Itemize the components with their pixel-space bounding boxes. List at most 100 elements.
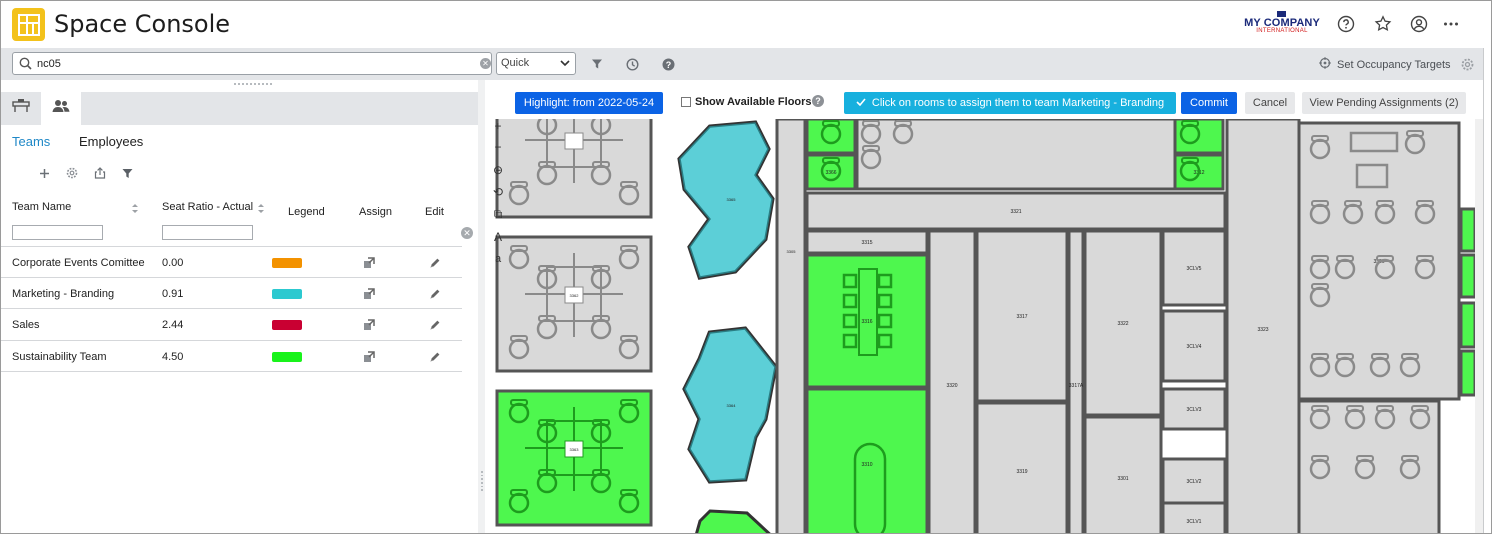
table-row[interactable]: Corporate Events Comittee 0.00 — [1, 246, 462, 277]
checkbox-box[interactable] — [681, 97, 691, 107]
help-icon[interactable]: ? — [812, 95, 824, 107]
room-label: 3319 — [1016, 469, 1027, 475]
search-help-icon[interactable]: ? — [661, 57, 675, 71]
vertical-splitter-handle[interactable] — [481, 471, 483, 492]
subtab-employees[interactable]: Employees — [79, 134, 143, 149]
seat-ratio-value: 0.00 — [162, 257, 184, 269]
table-bottom-border — [1, 371, 462, 372]
show-available-floors-checkbox[interactable]: Show Available Floors — [681, 96, 812, 108]
locate-icon[interactable]: ⊕ — [491, 163, 505, 177]
room-label: 3322 — [1117, 321, 1128, 327]
table-row[interactable]: Sustainability Team 4.50 — [1, 340, 462, 371]
sort-icon[interactable] — [131, 201, 139, 219]
highlight-date-button[interactable]: Highlight: from 2022-05-24 — [515, 92, 663, 114]
clear-search-icon[interactable]: ✕ — [480, 58, 491, 69]
table-row[interactable]: Sales 2.44 — [1, 308, 462, 339]
column-header-assign: Assign — [359, 206, 393, 218]
help-icon[interactable] — [1335, 13, 1357, 35]
label-large-icon[interactable]: A — [491, 230, 505, 244]
assign-instruction-text: Click on rooms to assign them to team Ma… — [871, 97, 1165, 109]
room-label: 3315 — [861, 240, 872, 246]
teams-panel: Teams Employees Team Name Seat Ratio - A… — [1, 92, 478, 533]
label-small-icon[interactable]: a — [491, 252, 505, 266]
zoom-out-icon[interactable]: − — [491, 140, 505, 154]
floor-plan-icon — [12, 99, 30, 118]
company-brand-logo: MY COMPANY INTERNATIONAL — [1241, 11, 1323, 39]
assign-icon[interactable] — [362, 256, 376, 270]
room-label: 3365 — [727, 197, 737, 202]
vertical-splitter[interactable] — [478, 80, 485, 533]
seat-ratio-value: 0.91 — [162, 288, 184, 300]
horizontal-splitter-handle[interactable] — [233, 81, 273, 87]
filter-icon[interactable] — [590, 57, 604, 71]
assign-icon[interactable] — [362, 287, 376, 301]
people-icon — [52, 99, 70, 118]
column-header-seat-ratio[interactable]: Seat Ratio - Actual — [162, 201, 253, 213]
more-options-icon[interactable] — [1440, 13, 1462, 35]
room-label: 3301 — [1117, 476, 1128, 482]
team-name: Sustainability Team — [12, 351, 107, 363]
app-logo-icon — [12, 8, 45, 41]
right-border-line — [1483, 48, 1484, 533]
assign-icon[interactable] — [362, 318, 376, 332]
room-label: 3CLV2 — [1187, 479, 1202, 485]
room-label: 3366 — [825, 170, 836, 176]
clear-filters-icon[interactable]: ✕ — [461, 227, 473, 239]
table-row[interactable]: Marketing - Branding 0.91 — [1, 277, 462, 308]
floor-plan-drawing[interactable]: 336233633365336433053366 3312332133153316… — [485, 119, 1475, 534]
check-icon — [856, 97, 866, 109]
legend-color-swatch — [272, 289, 302, 299]
assign-icon[interactable] — [362, 350, 376, 364]
set-occupancy-targets-button[interactable]: Set Occupancy Targets — [1319, 57, 1451, 72]
search-input[interactable] — [37, 55, 477, 72]
tab-floor-plans[interactable] — [1, 92, 41, 125]
edit-pencil-icon[interactable] — [428, 350, 442, 364]
room-label: 3363 — [570, 447, 580, 452]
settings-gear-icon[interactable] — [1460, 57, 1474, 71]
team-name-filter-input[interactable] — [12, 225, 103, 240]
edit-pencil-icon[interactable] — [428, 256, 442, 270]
edit-pencil-icon[interactable] — [428, 318, 442, 332]
subtab-teams[interactable]: Teams — [12, 134, 50, 149]
rotate-icon[interactable]: ⟲ — [491, 185, 505, 199]
corridor — [775, 119, 807, 533]
add-team-icon[interactable] — [37, 166, 51, 180]
assigned-room — [1459, 207, 1475, 253]
map-vertical-scrollbar[interactable] — [1475, 119, 1483, 533]
assigned-room — [1459, 349, 1475, 397]
tab-teams[interactable] — [41, 92, 81, 125]
copy-icon[interactable]: ⧉ — [491, 207, 505, 221]
column-header-team-name[interactable]: Team Name — [12, 201, 71, 213]
sort-icon[interactable] — [257, 201, 265, 219]
seat-ratio-value: 2.44 — [162, 319, 184, 331]
room-label: 3CLV5 — [1187, 266, 1202, 272]
view-pending-assignments-button[interactable]: View Pending Assignments (2) — [1302, 92, 1466, 114]
settings-gear-icon[interactable] — [65, 166, 79, 180]
team-name: Corporate Events Comittee — [12, 257, 145, 269]
set-occupancy-label: Set Occupancy Targets — [1337, 58, 1451, 71]
show-available-floors-label: Show Available Floors — [695, 96, 812, 108]
cancel-button[interactable]: Cancel — [1245, 92, 1295, 114]
edit-pencil-icon[interactable] — [428, 287, 442, 301]
search-icon — [19, 57, 32, 75]
quick-search-select[interactable]: Quick — [496, 52, 576, 75]
room-label: 3364 — [727, 403, 737, 408]
room-label: 3321 — [1010, 209, 1021, 215]
room-label: 3310 — [861, 462, 872, 468]
user-profile-icon[interactable] — [1408, 13, 1430, 35]
favorites-icon[interactable] — [1372, 13, 1394, 35]
room-label: 3316 — [861, 319, 872, 325]
seat-ratio-filter-input[interactable] — [162, 225, 253, 240]
commit-button[interactable]: Commit — [1181, 92, 1237, 114]
brand-crown-icon — [1277, 11, 1286, 17]
room-label: 3320 — [946, 383, 957, 389]
chevron-down-icon — [560, 58, 570, 71]
floor-plan-map[interactable]: 3362 3363 3365 3364 3305 3366 3312 3321 3315 3316… — [485, 119, 1475, 534]
zoom-in-icon[interactable]: + — [491, 119, 505, 133]
export-icon[interactable] — [93, 166, 107, 180]
map-rooms-layer[interactable]: 336233633365336433053366 3312332133153316… — [485, 119, 1475, 534]
seat-ratio-value: 4.50 — [162, 351, 184, 363]
history-clock-icon[interactable] — [625, 57, 639, 71]
filter-icon[interactable] — [120, 166, 134, 180]
svg-text:?: ? — [665, 59, 671, 69]
